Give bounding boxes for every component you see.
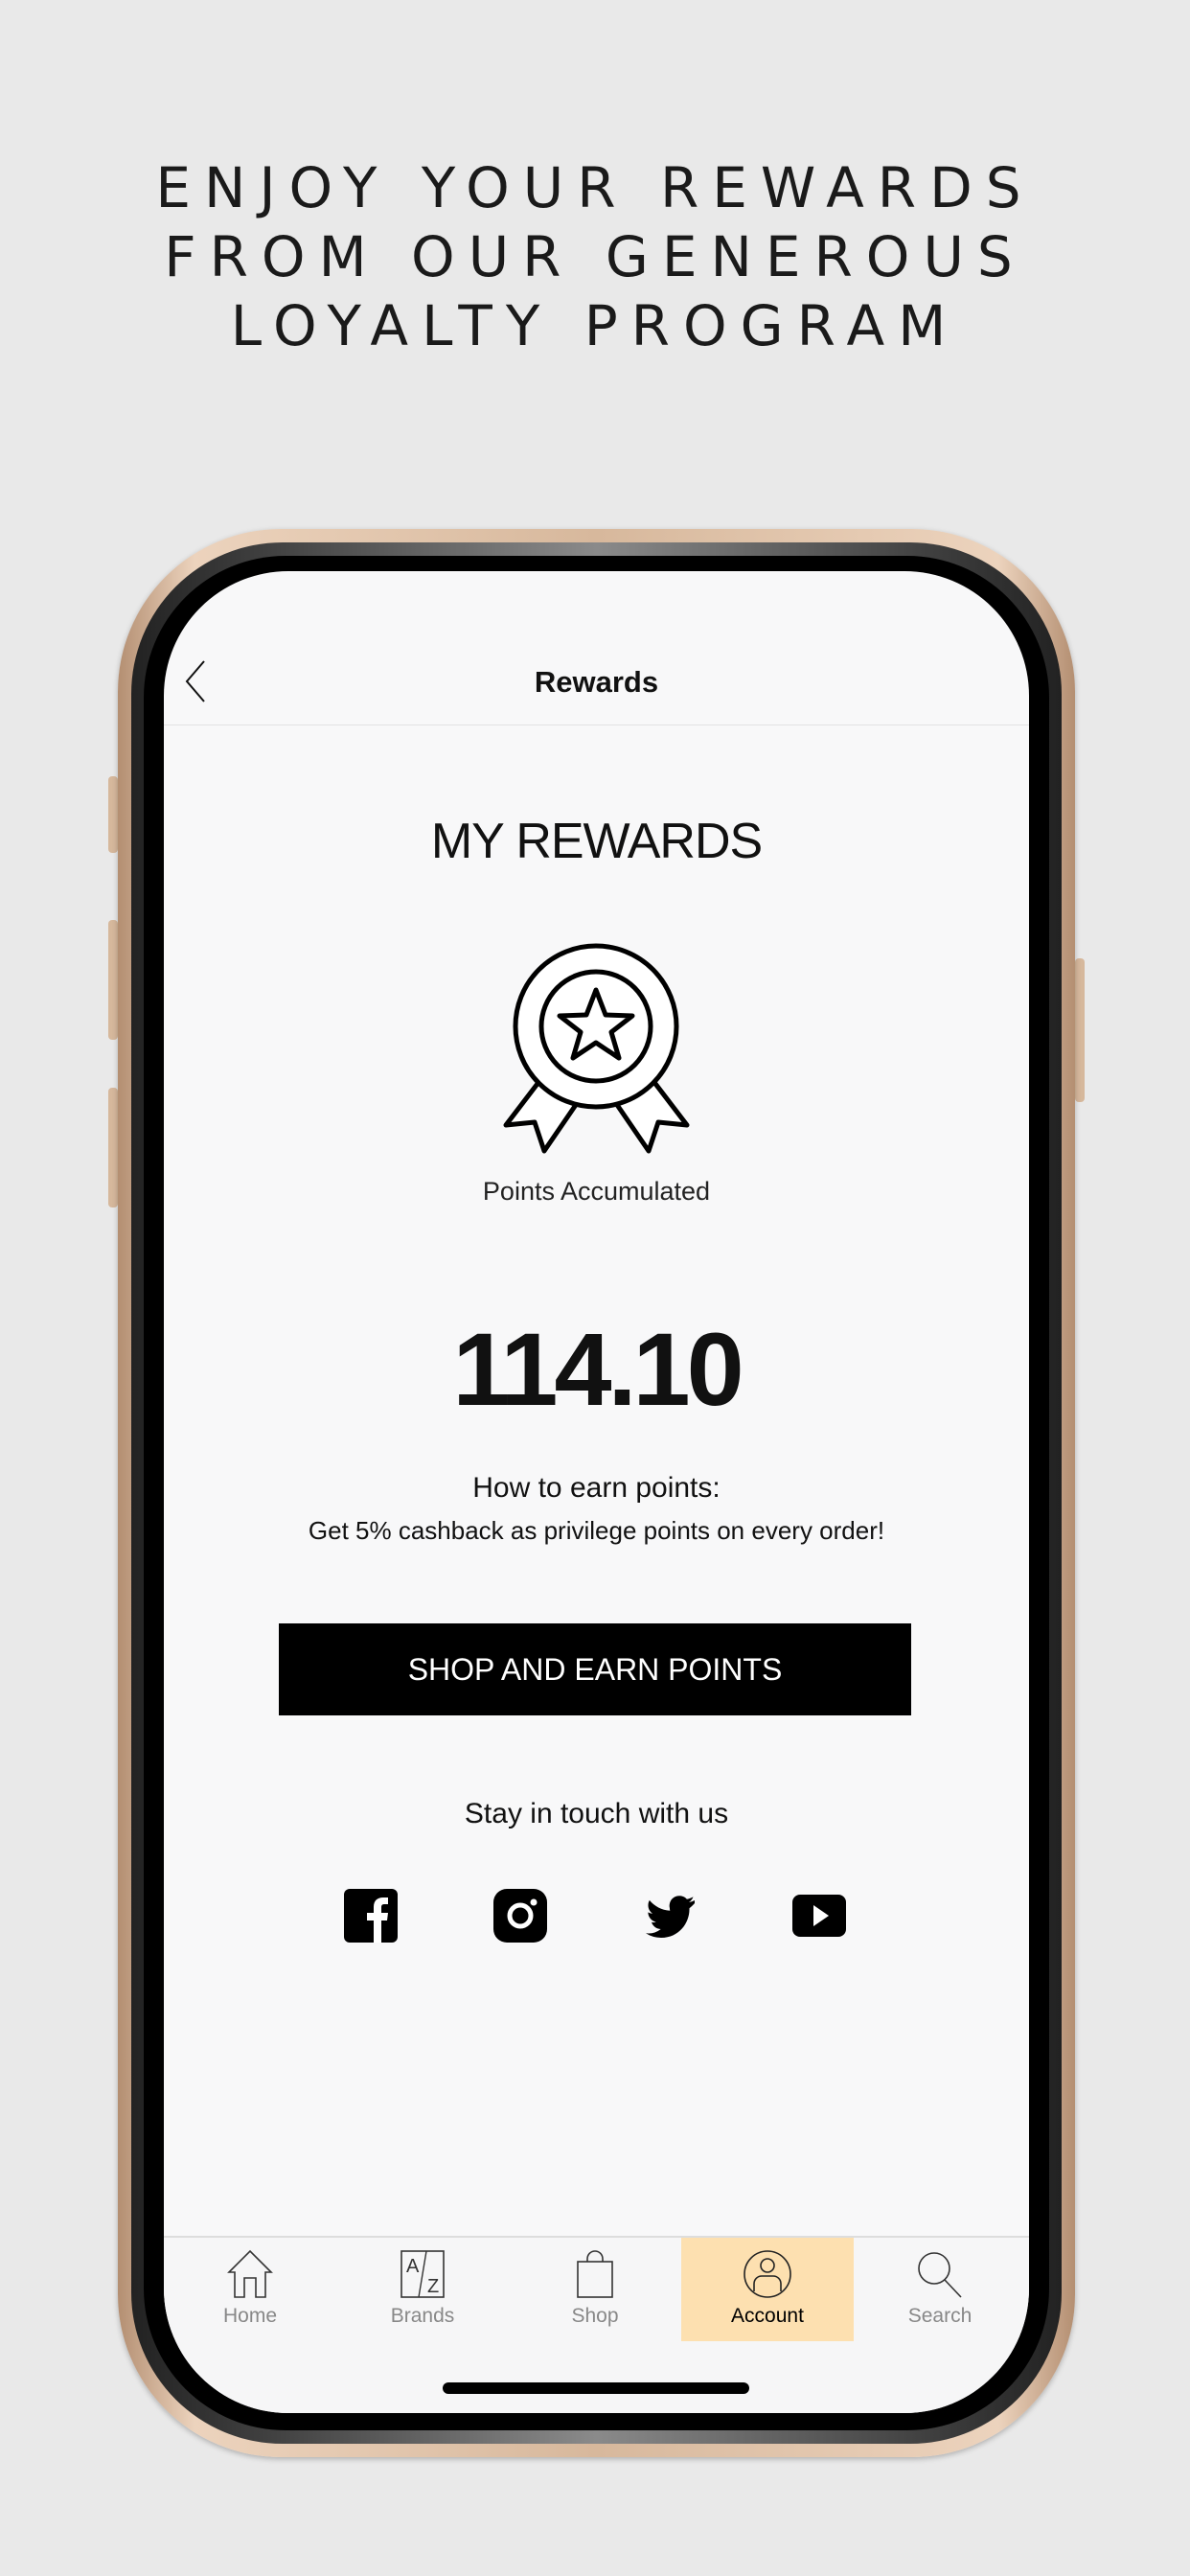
home-icon: [227, 2249, 273, 2298]
how-to-earn-title: How to earn points:: [472, 1472, 721, 1504]
tab-label: Home: [222, 2305, 278, 2327]
tab-label: Search: [907, 2305, 973, 2327]
tab-brands[interactable]: AZ Brands: [336, 2238, 509, 2341]
social-title: Stay in touch with us: [464, 1798, 729, 1829]
nav-title: Rewards: [534, 665, 659, 699]
promo-headline: ENJOY YOUR REWARDS FROM OUR GENEROUS LOY…: [0, 153, 1190, 360]
tab-shop[interactable]: Shop: [509, 2238, 681, 2341]
twitter-icon[interactable]: [643, 1889, 697, 1943]
shop-and-earn-points-button[interactable]: SHOP AND EARN POINTS: [279, 1623, 911, 1715]
nav-divider: [164, 724, 1029, 725]
home-indicator: [443, 2382, 749, 2394]
points-label: Points Accumulated: [482, 1177, 711, 1206]
app-screen: Rewards MY REWARDS Points Accumulated 11…: [164, 571, 1029, 2413]
shopping-bag-icon: [577, 2250, 613, 2298]
tab-label: Account: [731, 2305, 804, 2327]
points-value: 114.10: [452, 1311, 744, 1427]
svg-text:A: A: [406, 2256, 420, 2277]
youtube-icon[interactable]: [792, 1889, 846, 1943]
phone-mute-switch: [108, 776, 118, 853]
award-ribbon-star-icon: [503, 943, 690, 1154]
tab-account[interactable]: Account: [681, 2238, 854, 2341]
phone-power-button: [1075, 958, 1085, 1102]
phone-volume-down: [108, 1088, 118, 1208]
headline-line: FROM OUR GENEROUS: [164, 224, 1026, 289]
tab-search[interactable]: Search: [854, 2238, 1026, 2341]
how-to-earn-description: Get 5% cashback as privilege points on e…: [308, 1516, 885, 1545]
account-icon: [744, 2250, 791, 2298]
instagram-icon[interactable]: [493, 1889, 547, 1943]
headline-line: LOYALTY PROGRAM: [230, 293, 960, 358]
headline-line: ENJOY YOUR REWARDS: [155, 155, 1035, 220]
svg-text:Z: Z: [427, 2276, 439, 2297]
phone-volume-up: [108, 920, 118, 1040]
tab-label: Brands: [390, 2305, 455, 2327]
search-icon: [918, 2252, 962, 2298]
rewards-heading: MY REWARDS: [430, 814, 763, 869]
tab-home[interactable]: Home: [164, 2238, 336, 2341]
a-z-icon: AZ: [400, 2250, 445, 2298]
tab-label: Shop: [571, 2305, 619, 2327]
facebook-icon[interactable]: [344, 1889, 398, 1943]
